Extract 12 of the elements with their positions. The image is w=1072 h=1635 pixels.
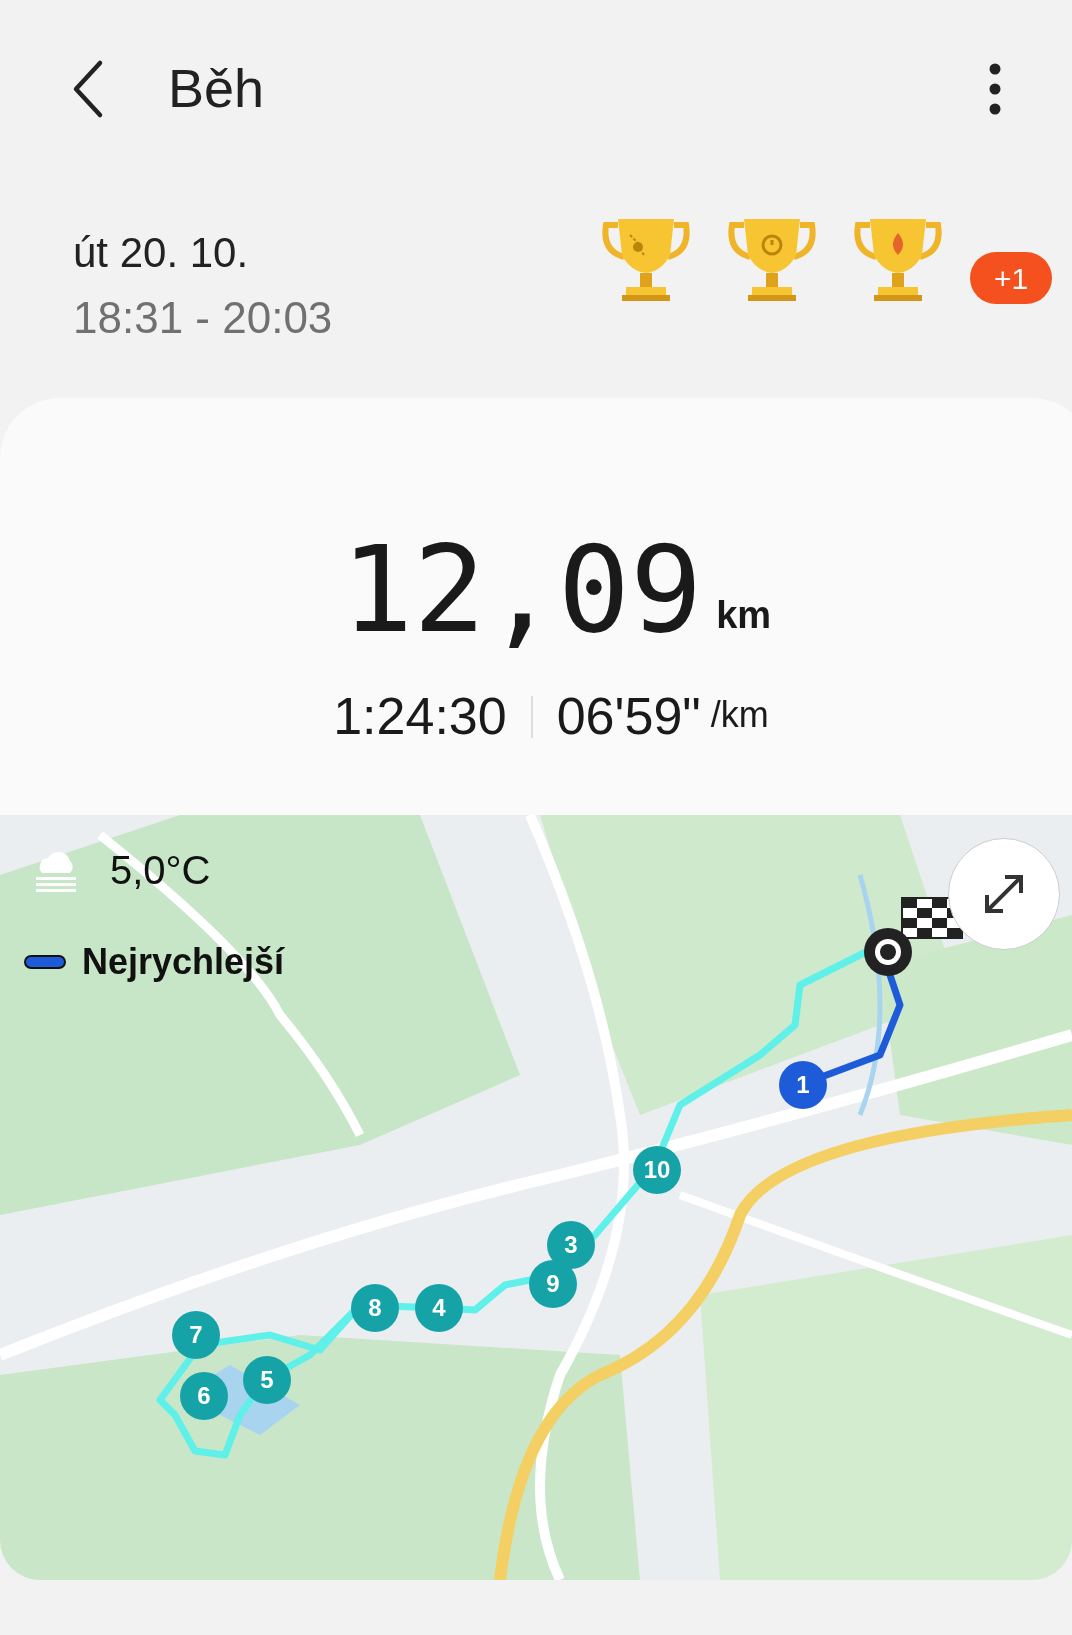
workout-date: út 20. 10. <box>73 228 250 278</box>
distance-unit: km <box>716 593 772 638</box>
pace-unit: /km <box>710 693 769 737</box>
pace-value: 06'59" <box>556 688 701 744</box>
workout-time-range: 18:31 - 20:03 <box>73 292 333 344</box>
more-icon[interactable] <box>989 62 1001 115</box>
page-title: Běh <box>168 57 265 120</box>
temperature-label: 5,0°C <box>110 847 211 894</box>
legend-label: Nejrychlejší <box>82 940 285 984</box>
extra-awards-badge[interactable]: +1 <box>970 252 1052 304</box>
duration-value: 1:24:30 <box>333 688 507 744</box>
distance-value: 12,09 <box>340 520 703 660</box>
